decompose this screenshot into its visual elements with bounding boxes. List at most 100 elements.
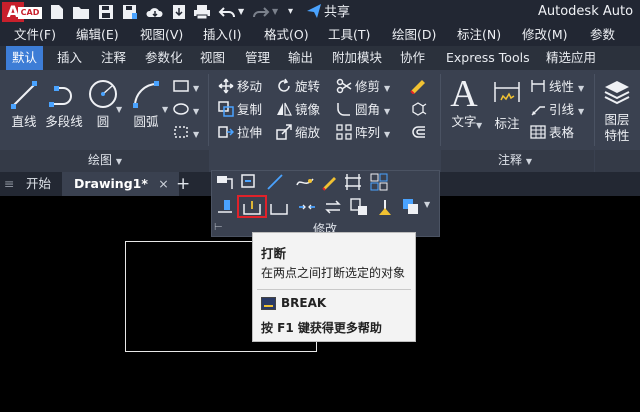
layer-properties-button[interactable]: 图层 特性 [598, 78, 636, 144]
leader-button[interactable]: 引线 ▼ [530, 101, 584, 121]
offset-icon [412, 126, 425, 138]
draw-order-icon[interactable] [402, 198, 420, 216]
mirror-icon [277, 102, 292, 116]
share-button[interactable]: 共享 [306, 3, 350, 21]
quick-access-dropdown-icon[interactable]: ▾ [288, 4, 293, 20]
copy-nested-icon[interactable] [350, 198, 368, 216]
tab-express-tools[interactable]: Express Tools [446, 46, 530, 70]
layer-properties-label-2: 特性 [604, 128, 630, 143]
tab-annotate[interactable]: 注释 [101, 46, 126, 70]
erase-button[interactable] [408, 76, 431, 96]
menu-bar: 文件(F) 编辑(E) 视图(V) 插入(I) 格式(O) 工具(T) 绘图(D… [0, 24, 640, 46]
fillet-button[interactable]: 圆角 ▼ [336, 101, 390, 121]
stretch-button[interactable]: 拉伸 [218, 124, 262, 142]
menu-file[interactable]: 文件(F) [14, 27, 56, 43]
annotation-panel-title[interactable]: 注释 ▼ [498, 152, 532, 170]
save-icon[interactable] [98, 4, 114, 20]
polyline-button[interactable]: 多段线 [42, 78, 86, 130]
share-icon [307, 4, 321, 18]
circle-dropdown-icon[interactable]: ▼ [116, 102, 122, 118]
edit-hatch-icon[interactable] [320, 173, 338, 191]
mirror-button[interactable]: 镜像 [276, 101, 320, 119]
tab-start[interactable]: 开始 [26, 172, 51, 196]
rotate-button[interactable]: 旋转 [276, 78, 320, 96]
tab-collaborate[interactable]: 协作 [400, 46, 425, 70]
pin-panel-icon[interactable]: ⊢ [214, 222, 223, 233]
redo-dropdown-icon[interactable]: ▼ [272, 4, 278, 20]
scale-button[interactable]: 缩放 [276, 124, 320, 142]
edit-spline-icon[interactable] [296, 173, 314, 191]
tab-addins[interactable]: 附加模块 [332, 46, 382, 70]
menu-edit[interactable]: 编辑(E) [76, 27, 119, 43]
dimension-icon [494, 82, 520, 102]
menu-tools[interactable]: 工具(T) [328, 27, 370, 43]
align-icon[interactable] [216, 198, 234, 216]
reverse-icon[interactable] [324, 198, 342, 216]
linear-button[interactable]: 线性 ▼ [530, 78, 584, 98]
menu-parametric[interactable]: 参数 [590, 27, 615, 43]
save-to-web-icon[interactable] [172, 4, 186, 20]
move-button[interactable]: 移动 [218, 78, 262, 96]
tab-manage[interactable]: 管理 [245, 46, 270, 70]
plot-icon[interactable] [193, 4, 211, 20]
panel-divider [594, 74, 595, 146]
match-properties-icon[interactable] [216, 173, 234, 191]
break-at-point-icon[interactable] [270, 198, 288, 216]
new-file-icon[interactable] [50, 4, 64, 20]
layers-icon [604, 81, 630, 105]
dimension-button[interactable]: 标注 [488, 78, 526, 132]
offset-button[interactable] [410, 124, 431, 142]
explode-button[interactable] [410, 101, 431, 119]
circle-button[interactable]: 圆 ▼ [86, 78, 122, 130]
app-logo[interactable]: A CAD [2, 2, 42, 22]
tab-output[interactable]: 输出 [288, 46, 313, 70]
trim-button[interactable]: 修剪 ▼ [336, 78, 390, 98]
arc-label: 圆弧 [133, 114, 159, 129]
draw-panel-title[interactable]: 绘图 ▼ [88, 152, 122, 170]
group-icon[interactable] [370, 173, 388, 191]
tab-featured-apps[interactable]: 精选应用 [546, 46, 596, 70]
copy-icon [218, 101, 234, 117]
lengthen-icon[interactable] [266, 173, 284, 191]
redo-icon[interactable] [252, 4, 270, 20]
tab-insert[interactable]: 插入 [57, 46, 82, 70]
save-as-icon[interactable] [122, 4, 138, 20]
line-button[interactable]: 直线 [6, 78, 42, 130]
text-dropdown-icon[interactable]: ▼ [476, 118, 482, 134]
tab-parametric[interactable]: 参数化 [145, 46, 183, 70]
table-button[interactable]: 表格 [530, 124, 574, 142]
menu-insert[interactable]: 插入(I) [203, 27, 241, 43]
open-folder-icon[interactable] [72, 4, 90, 20]
tab-menu-icon[interactable]: ≡ [4, 172, 14, 196]
hatch-button[interactable]: ▼ [172, 101, 199, 121]
menu-format[interactable]: 格式(O) [264, 27, 309, 43]
new-tab-button[interactable]: + [176, 172, 190, 196]
join-icon[interactable] [298, 198, 316, 216]
tab-home[interactable]: 默认 [6, 46, 44, 70]
draw-order-dropdown-icon[interactable]: ▼ [424, 200, 430, 209]
menu-dimension[interactable]: 标注(N) [457, 27, 501, 43]
menu-draw[interactable]: 绘图(D) [392, 27, 436, 43]
rotate-icon [278, 78, 290, 92]
menu-modify[interactable]: 修改(M) [522, 27, 568, 43]
tab-drawing1[interactable]: Drawing1* × [62, 172, 179, 196]
rectangle-button[interactable]: ▼ [172, 78, 199, 98]
tab-view[interactable]: 视图 [200, 46, 225, 70]
menu-view[interactable]: 视图(V) [140, 27, 183, 43]
array-button[interactable]: 阵列 ▼ [336, 124, 390, 144]
boundary-button[interactable]: ▼ [172, 124, 199, 144]
rectangle-icon [173, 80, 189, 92]
arc-button[interactable]: 圆弧 ▼ [128, 78, 168, 130]
delete-duplicates-icon[interactable] [376, 198, 394, 216]
copy-button[interactable]: 复制 [218, 101, 262, 119]
undo-dropdown-icon[interactable]: ▼ [238, 4, 244, 20]
edit-polyline-icon[interactable] [240, 173, 258, 191]
cloud-open-icon[interactable] [146, 4, 164, 20]
undo-icon[interactable] [218, 4, 236, 20]
circle-icon [89, 80, 117, 108]
break-command-icon [261, 297, 276, 310]
trim-extend-icon[interactable] [344, 173, 362, 191]
arc-dropdown-icon[interactable]: ▼ [162, 102, 168, 118]
text-button[interactable]: A 文字 ▼ [446, 74, 482, 130]
close-tab-icon[interactable]: × [158, 176, 168, 191]
